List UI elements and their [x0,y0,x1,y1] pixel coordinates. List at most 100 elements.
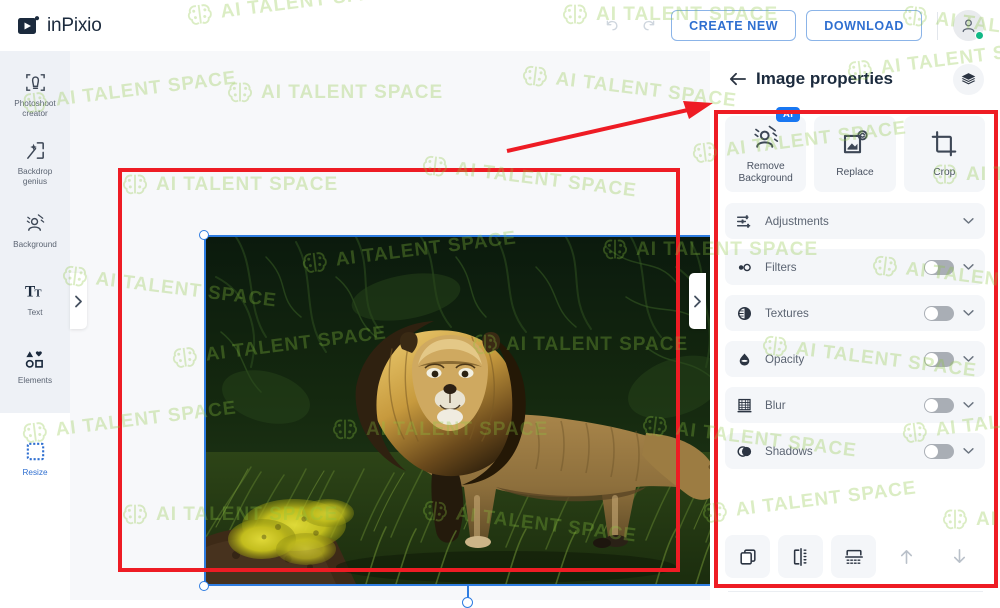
ai-badge: AI [776,107,800,122]
editor-canvas[interactable] [70,51,710,600]
property-controls [924,398,974,413]
svg-text:T: T [34,288,41,299]
flip-vertical-button[interactable] [831,535,876,578]
filters-toggle[interactable] [924,260,954,275]
online-status-dot [975,31,984,40]
object-tools [725,535,985,578]
chevron-down-icon[interactable] [963,355,974,363]
sidebar-item-text[interactable]: T T Text [0,265,70,333]
resize-handle-top-left[interactable] [199,230,209,240]
selected-image-object[interactable] [206,237,729,584]
sidebar-item-backdrop-genius[interactable]: Backdropgenius [0,129,70,197]
left-sidebar: Photoshootcreator Backdropgenius Bac [0,51,70,600]
sidebar-item-label: Backdropgenius [3,167,67,188]
property-controls [924,260,974,275]
property-row-filters[interactable]: Filters [725,249,985,285]
brand-logo-area[interactable]: inPixio [18,15,102,37]
rotate-handle-icon[interactable] [462,597,473,608]
adjustments-sliders-icon [736,213,756,230]
chevron-right-icon [74,295,83,308]
sidebar-item-label: Elements [3,376,67,386]
opacity-toggle[interactable] [924,352,954,367]
property-controls [963,217,974,225]
chevron-down-icon[interactable] [963,401,974,409]
sidebar-item-photoshoot-creator[interactable]: Photoshootcreator [0,61,70,129]
property-rows: Adjustments Filters [725,203,985,469]
duplicate-button[interactable] [725,535,770,578]
brand-name: inPixio [47,15,102,37]
property-label: Blur [765,399,786,412]
property-row-blur[interactable]: Blur [725,387,985,423]
chevron-down-icon[interactable] [963,217,974,225]
duplicate-icon [738,547,758,567]
chevron-down-icon[interactable] [963,309,974,317]
sidebar-tool-group: Photoshootcreator Backdropgenius Bac [0,51,70,413]
textures-toggle[interactable] [924,306,954,321]
sidebar-item-label: Background [3,240,67,250]
move-up-icon [897,547,916,566]
property-row-opacity[interactable]: Opacity [725,341,985,377]
property-row-shadows[interactable]: Shadows [725,433,985,469]
image-properties-panel: Image properties AI RemoveBackgrou [710,51,1000,600]
redo-icon[interactable] [635,13,661,39]
undo-icon[interactable] [599,13,625,39]
crop-button[interactable]: Crop [904,116,985,192]
layers-icon[interactable] [953,64,984,95]
photoshoot-creator-icon [24,71,47,94]
header-divider [937,12,938,40]
elements-icon [24,348,47,371]
chevron-down-icon[interactable] [963,263,974,271]
replace-image-icon [840,129,870,164]
chevron-right-icon [693,295,702,308]
property-label: Shadows [765,445,813,458]
action-label: Replace [817,167,893,179]
flip-horizontal-icon [791,547,811,567]
property-controls [924,444,974,459]
sidebar-item-background[interactable]: Background [0,197,70,265]
shadows-overlap-icon [736,443,756,460]
text-icon: T T [24,280,47,303]
lion-photo[interactable] [206,237,729,584]
textures-contrast-icon [736,305,756,322]
sidebar-item-elements[interactable]: Elements [0,333,70,401]
sidebar-item-resize[interactable]: Resize [0,425,70,493]
toggle-knob [925,445,938,458]
property-row-textures[interactable]: Textures [725,295,985,331]
flip-vertical-icon [844,547,864,567]
user-avatar-icon[interactable] [953,10,984,41]
page-title: Image properties [756,69,893,89]
blur-toggle[interactable] [924,398,954,413]
canvas-left-expander[interactable] [70,273,87,329]
chevron-down-icon[interactable] [963,447,974,455]
property-label: Opacity [765,353,804,366]
property-row-adjustments[interactable]: Adjustments [725,203,985,239]
resize-handle-bottom-left[interactable] [199,581,209,591]
toggle-knob [925,307,938,320]
sidebar-item-label: Resize [3,468,67,478]
download-button[interactable]: DOWNLOAD [806,10,922,41]
move-down-icon [950,547,969,566]
move-up-button[interactable] [884,535,929,578]
backdrop-genius-icon [24,139,47,162]
shadows-toggle[interactable] [924,444,954,459]
sidebar-item-label: Text [3,308,67,318]
background-icon [24,212,47,235]
blur-grid-icon [736,397,756,414]
create-new-button[interactable]: CREATE NEW [671,10,796,41]
back-arrow-icon[interactable] [728,71,747,87]
filters-circles-icon [736,259,756,276]
toggle-knob [925,399,938,412]
property-label: Filters [765,261,797,274]
image-action-cards: AI RemoveBackground [725,116,985,192]
sidebar-item-label: Photoshootcreator [3,99,67,120]
move-down-button[interactable] [937,535,982,578]
header-actions: CREATE NEW DOWNLOAD [599,10,984,41]
remove-background-icon [751,123,781,158]
replace-image-button[interactable]: Replace [814,116,895,192]
remove-background-button[interactable]: AI RemoveBackground [725,116,806,192]
action-label: Crop [906,167,982,179]
flip-horizontal-button[interactable] [778,535,823,578]
canvas-right-expander[interactable] [689,273,706,329]
property-controls [924,306,974,321]
property-controls [924,352,974,367]
